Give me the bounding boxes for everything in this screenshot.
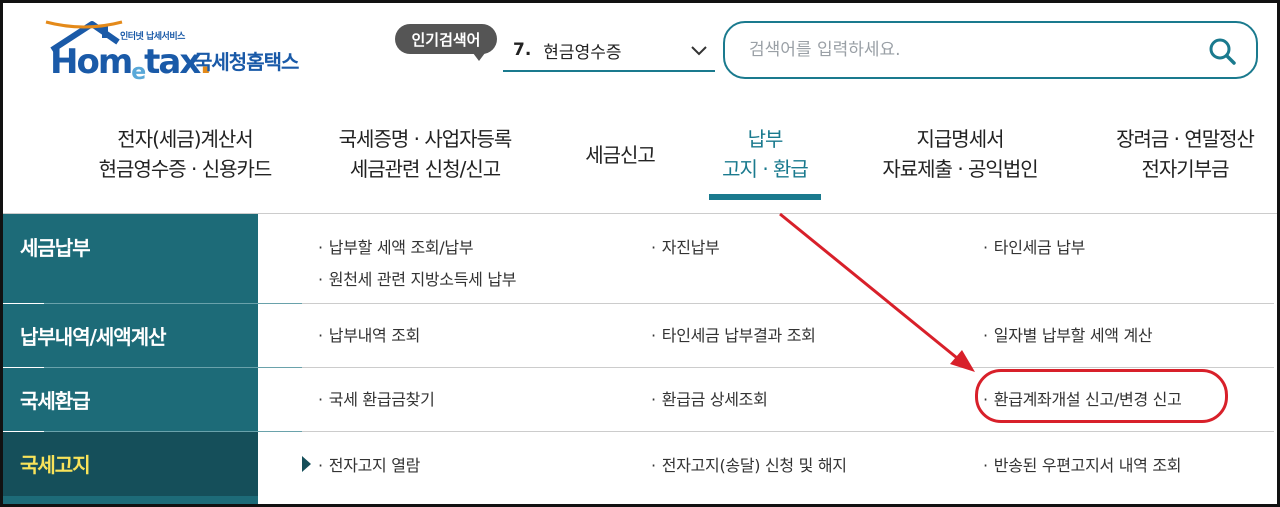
link-pay-tax-inquiry[interactable]: · 납부할 세액 조회/납부	[318, 234, 474, 258]
nav-certificate[interactable]: 국세증명 · 사업자등록 세금관련 신청/신고	[315, 124, 535, 184]
logo-wordmark: Hometax.	[50, 42, 212, 85]
row-divider	[302, 303, 1274, 304]
popular-search-badge: 인기검색어	[395, 24, 497, 61]
nav-payment[interactable]: 납부 고지 · 환급	[705, 124, 825, 184]
row-divider	[302, 367, 1274, 368]
link-others-tax-payment[interactable]: · 타인세금 납부	[983, 234, 1085, 258]
link-e-notice-view[interactable]: · 전자고지 열람	[318, 452, 420, 476]
active-pointer-icon	[302, 456, 311, 472]
nav-payment-statement[interactable]: 지급명세서 자료제출 · 공익법인	[855, 124, 1065, 184]
link-refund-details[interactable]: · 환급금 상세조회	[651, 386, 768, 410]
search-icon[interactable]	[1206, 35, 1238, 67]
chevron-down-icon	[691, 46, 707, 56]
popular-search-dropdown[interactable]: 7. 현금영수증	[503, 30, 715, 72]
hometax-logo[interactable]: 인터넷 납세서비스 Hometax. 국세청홈택스	[44, 20, 316, 90]
link-others-payment-result[interactable]: · 타인세금 납부결과 조회	[651, 322, 816, 346]
logo-subtitle: 인터넷 납세서비스	[120, 32, 185, 42]
side-tax-notice[interactable]: 국세고지	[0, 432, 258, 496]
nav-tax-filing[interactable]: 세금신고	[560, 140, 680, 170]
annotation-highlight	[975, 369, 1228, 423]
logo-korean-name: 국세청홈택스	[194, 50, 299, 74]
link-find-refund[interactable]: · 국세 환급금찾기	[318, 386, 435, 410]
popular-rank: 7.	[513, 40, 532, 60]
search-input[interactable]	[749, 40, 1189, 60]
side-tax-payment[interactable]: 세금납부	[0, 214, 258, 303]
link-returned-notice[interactable]: · 반송된 우편고지서 내역 조회	[983, 452, 1182, 476]
side-tax-refund[interactable]: 국세환급	[0, 368, 258, 431]
search-bar	[723, 21, 1258, 79]
link-daily-tax-calc[interactable]: · 일자별 납부할 세액 계산	[983, 322, 1153, 346]
link-e-notice-apply[interactable]: · 전자고지(송달) 신청 및 해지	[651, 452, 847, 476]
row-divider	[302, 431, 1274, 432]
side-more	[0, 496, 258, 504]
popular-term: 현금영수증	[543, 42, 622, 63]
logo-swoosh-icon	[45, 20, 123, 29]
nav-incentive[interactable]: 장려금 · 연말정산 전자기부금	[1090, 124, 1280, 184]
side-payment-history[interactable]: 납부내역/세액계산	[0, 304, 258, 367]
main-nav: 전자(세금)계산서 현금영수증 · 신용카드 국세증명 · 사업자등록 세금관련…	[0, 110, 1280, 214]
nav-active-indicator	[709, 194, 821, 200]
link-self-payment[interactable]: · 자진납부	[651, 234, 720, 258]
nav-e-invoice[interactable]: 전자(세금)계산서 현금영수증 · 신용카드	[70, 124, 300, 184]
link-local-income-tax[interactable]: · 원천세 관련 지방소득세 납부	[318, 266, 517, 290]
link-payment-history[interactable]: · 납부내역 조회	[318, 322, 420, 346]
